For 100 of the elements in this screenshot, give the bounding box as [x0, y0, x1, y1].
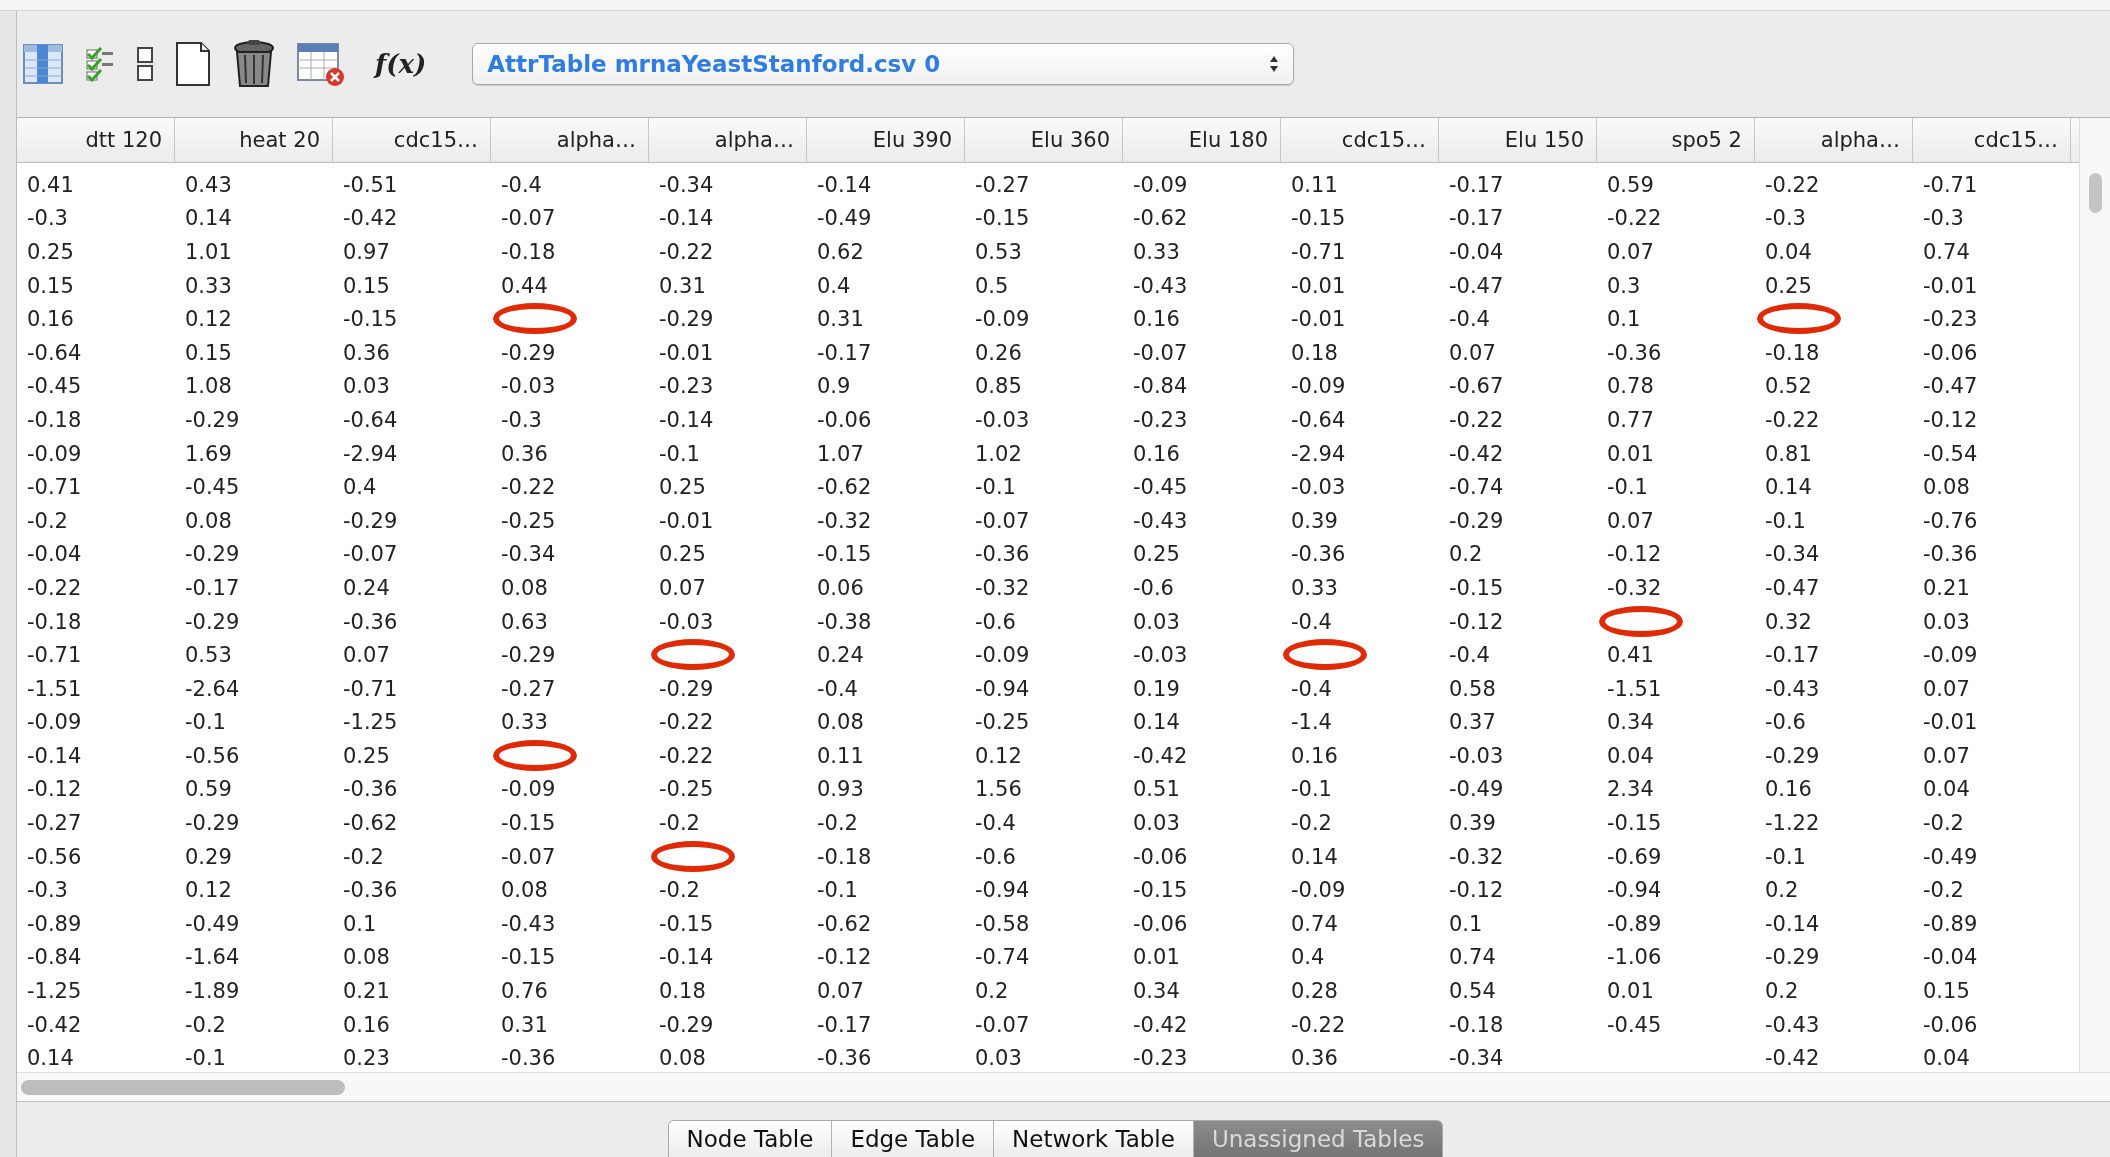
column-header[interactable]: alpha… [649, 118, 807, 162]
table-cell: -0.2 [1923, 878, 1964, 903]
table-cell: -0.74 [975, 945, 1030, 970]
function-builder-button[interactable]: f(x) [367, 49, 435, 79]
table-cell: 0.11 [817, 743, 864, 768]
table-cell: -0.94 [1607, 878, 1662, 903]
table-cell: -0.62 [343, 811, 398, 836]
table-cell: -0.43 [1765, 676, 1820, 701]
table-cell: -0.54 [1923, 441, 1978, 466]
column-header[interactable]: cdc15… [333, 118, 491, 162]
table-cell: -0.18 [501, 240, 556, 264]
table-cell: 0.14 [1291, 844, 1338, 869]
table-cell: 0.31 [501, 1012, 548, 1037]
scrollbar-thumb[interactable] [2088, 173, 2102, 213]
table-cell: -0.25 [501, 508, 556, 533]
table-cell: 0.28 [1291, 979, 1338, 1004]
table-cell: -0.71 [343, 676, 398, 701]
table-cell: 0.16 [1291, 743, 1338, 768]
table-cell: 0.33 [1291, 575, 1338, 600]
table-cell: -0.71 [27, 475, 82, 500]
table-cell: 0.08 [343, 945, 390, 970]
table-cell: 0.15 [27, 273, 74, 298]
table-cell: -0.25 [659, 777, 714, 802]
table-cell: -0.18 [27, 609, 82, 634]
table-cell: 0.9 [817, 374, 851, 399]
table-cell: 0.12 [975, 743, 1022, 768]
column-header[interactable]: Elu 390 [807, 118, 965, 162]
table-cell: -0.34 [659, 172, 714, 197]
column-header[interactable]: Elu 180 [1123, 118, 1281, 162]
table-cell: 0.25 [659, 542, 706, 567]
column-header[interactable]: spo5 2 [1597, 118, 1755, 162]
table-cell: 0.07 [659, 575, 706, 600]
tab[interactable]: Node Table [668, 1121, 833, 1157]
column-header[interactable]: alpha… [1755, 118, 1913, 162]
table-cell: -0.17 [817, 340, 872, 365]
table-cell: -0.3 [27, 878, 68, 903]
table-cell: -0.01 [1291, 307, 1346, 332]
table-selector[interactable]: AttrTable mrnaYeastStanford.csv 0 [472, 43, 1295, 85]
table-cell: 0.41 [1607, 643, 1654, 668]
table-cell: 0.25 [27, 240, 74, 264]
table-cell: 0.12 [185, 878, 232, 903]
table-cell: 0.08 [1923, 475, 1970, 500]
table-cell: 0.59 [185, 777, 232, 802]
table-cell: 0.29 [185, 844, 232, 869]
delete-table-button[interactable] [297, 41, 345, 87]
table-cell: -0.36 [343, 878, 398, 903]
table-cell: 0.78 [1607, 374, 1654, 399]
column-header[interactable]: Elu 360 [965, 118, 1123, 162]
layout-button[interactable] [137, 47, 153, 81]
delete-column-button[interactable] [233, 39, 275, 89]
table-cell: -0.34 [501, 542, 556, 567]
table-cell: -0.43 [501, 911, 556, 936]
table-cell: -1.22 [1765, 811, 1820, 836]
table-cell: 0.37 [1449, 710, 1496, 735]
table-cell: -0.42 [1133, 1012, 1188, 1037]
table-cell: -0.15 [1291, 206, 1346, 231]
table-cell: -0.12 [1449, 878, 1504, 903]
table-cell: 0.04 [1923, 1046, 1970, 1071]
table-cell: 0.62 [817, 240, 864, 264]
table-cell: 0.53 [185, 643, 232, 668]
scrollbar-thumb[interactable] [21, 1079, 345, 1095]
table-cell: -0.15 [975, 206, 1030, 231]
table-cell: -0.09 [975, 643, 1030, 668]
column-header[interactable]: cdc15… [1281, 118, 1439, 162]
table-cell: 0.3 [1607, 273, 1641, 298]
table-cell: -0.04 [1449, 240, 1504, 264]
table-cell: 0.76 [501, 979, 548, 1004]
table-cell: 0.63 [501, 609, 548, 634]
table-cell: -0.1 [817, 878, 858, 903]
table-cell: 0.53 [975, 240, 1022, 264]
column-header[interactable]: alpha… [491, 118, 649, 162]
tab[interactable]: Network Table [994, 1121, 1194, 1157]
table-cell: -0.45 [185, 475, 240, 500]
table-cell: -2.64 [185, 676, 240, 701]
table-cell: -1.25 [343, 710, 398, 735]
table-cell: -0.29 [185, 811, 240, 836]
table-cell: -0.07 [975, 508, 1030, 533]
table-cell: 0.16 [1133, 441, 1180, 466]
table-cell: 0.1 [1607, 307, 1641, 332]
table-cell: -0.07 [501, 206, 556, 231]
select-columns-button[interactable] [85, 46, 115, 82]
table-cell: -0.89 [1607, 911, 1662, 936]
new-column-button[interactable] [175, 41, 211, 87]
table-cell: -0.07 [1133, 340, 1188, 365]
tab[interactable]: Edge Table [832, 1121, 995, 1157]
table-cell: 1.69 [185, 441, 232, 466]
table-cell: -0.89 [1923, 911, 1978, 936]
table-cell: -0.22 [1607, 206, 1662, 231]
table-cell: -1.64 [185, 945, 240, 970]
table-cell: -0.3 [27, 206, 68, 231]
table-cell: 0.1 [1449, 911, 1483, 936]
table-cell: -0.15 [501, 945, 556, 970]
column-header[interactable]: Elu 150 [1439, 118, 1597, 162]
table-cell: -0.62 [817, 475, 872, 500]
table-cell: -0.76 [1923, 508, 1978, 533]
column-header[interactable]: dtt 120 [17, 118, 175, 162]
column-header[interactable]: cdc15… [1913, 118, 2071, 162]
table-cell: -0.01 [659, 340, 714, 365]
column-header[interactable]: heat 20 [175, 118, 333, 162]
show-columns-button[interactable] [23, 44, 63, 84]
